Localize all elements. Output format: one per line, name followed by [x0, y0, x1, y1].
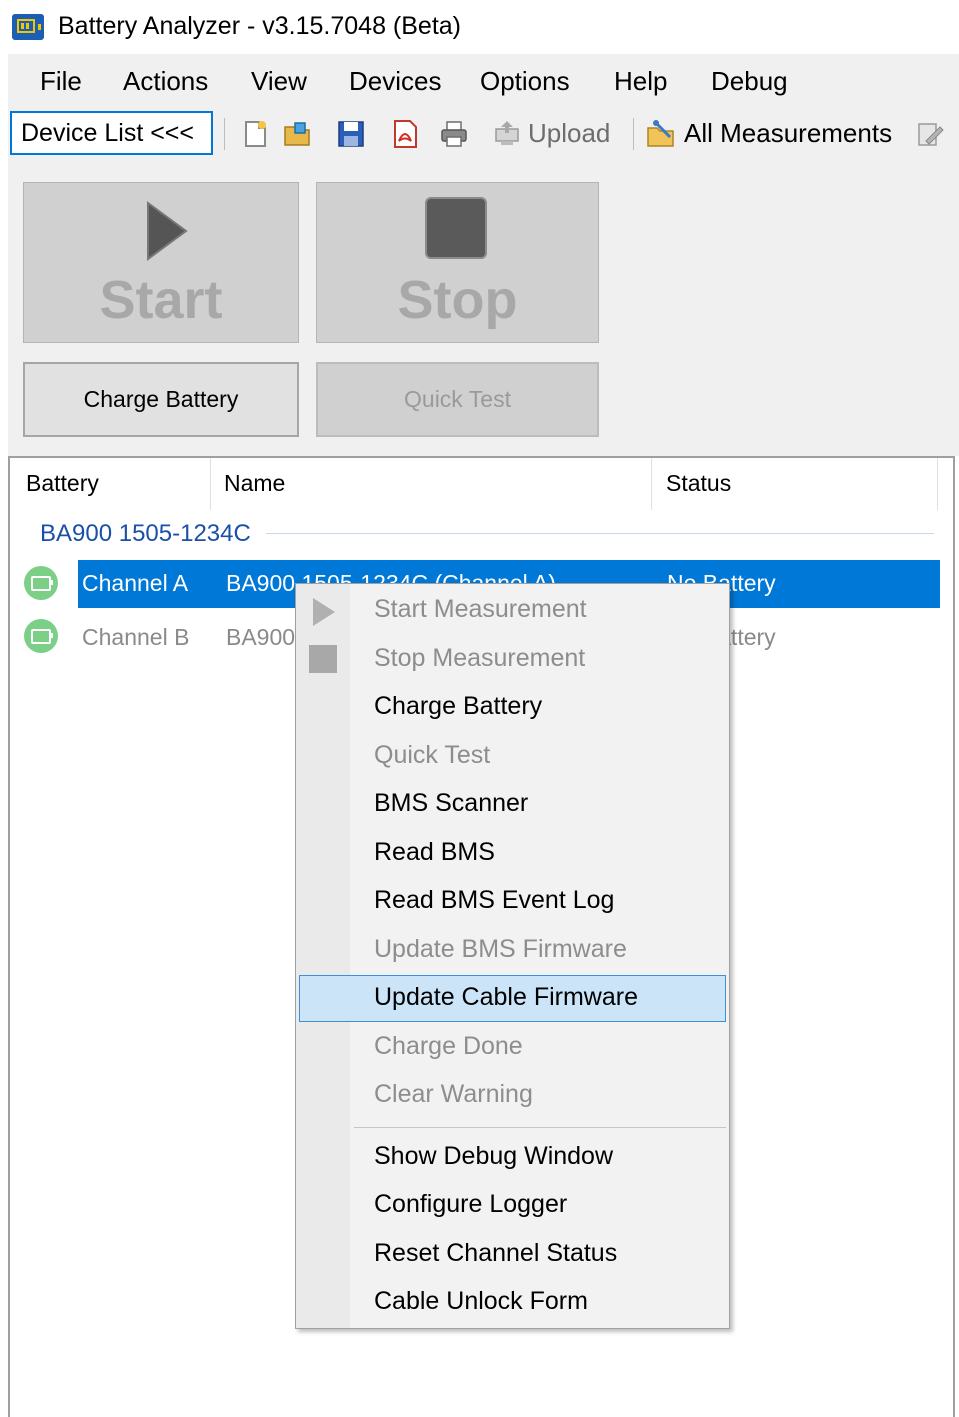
pdf-export-icon[interactable] — [390, 119, 420, 149]
menu-item-cable-unlock-form[interactable]: Cable Unlock Form — [374, 1287, 588, 1316]
context-menu: Start Measurement Stop Measurement Charg… — [295, 583, 730, 1329]
toolbar-separator — [633, 118, 634, 150]
menu-item-update-cable-firmware[interactable]: Update Cable Firmware — [374, 983, 638, 1012]
channel-battery-icon — [24, 619, 58, 653]
column-divider[interactable] — [937, 458, 938, 510]
column-header-battery[interactable]: Battery — [26, 470, 99, 497]
upload-icon[interactable] — [492, 119, 522, 149]
stop-icon — [425, 197, 487, 259]
menu-bar: File Actions View Devices Options Help D… — [8, 54, 959, 108]
new-file-icon[interactable] — [240, 119, 270, 149]
open-folder-icon[interactable] — [283, 119, 313, 149]
start-button-label: Start — [99, 270, 223, 330]
measurements-folder-icon[interactable] — [646, 119, 676, 149]
menu-item-configure-logger[interactable]: Configure Logger — [374, 1190, 567, 1219]
row-name-cell[interactable]: BA900 — [226, 624, 295, 651]
group-divider-line — [266, 533, 934, 534]
menu-item-start-measurement[interactable]: Start Measurement — [374, 595, 587, 624]
menu-item-clear-warning[interactable]: Clear Warning — [374, 1080, 533, 1109]
menu-file[interactable]: File — [40, 66, 82, 97]
all-measurements-button-label[interactable]: All Measurements — [684, 118, 892, 149]
menu-view[interactable]: View — [251, 66, 307, 97]
menu-item-show-debug-window[interactable]: Show Debug Window — [374, 1142, 613, 1171]
menu-item-reset-channel-status[interactable]: Reset Channel Status — [374, 1239, 617, 1268]
column-divider[interactable] — [210, 458, 211, 510]
stop-icon — [309, 645, 337, 673]
column-header-name[interactable]: Name — [224, 470, 285, 497]
control-panel: Start Stop Charge Battery Quick Test — [8, 160, 959, 456]
stop-button[interactable]: Stop — [316, 182, 599, 343]
menu-devices[interactable]: Devices — [349, 66, 441, 97]
print-icon[interactable] — [439, 119, 469, 149]
device-group-label[interactable]: BA900 1505-1234C — [40, 520, 251, 548]
play-icon — [147, 201, 188, 261]
column-header-status[interactable]: Status — [666, 470, 731, 497]
stop-button-label: Stop — [397, 270, 518, 330]
device-list-toggle-button[interactable]: Device List <<< — [10, 111, 213, 155]
battery-app-icon — [12, 14, 44, 40]
start-button[interactable]: Start — [23, 182, 299, 343]
menu-options[interactable]: Options — [480, 66, 570, 97]
window-title: Battery Analyzer - v3.15.7048 (Beta) — [58, 12, 461, 40]
column-divider[interactable] — [651, 458, 652, 510]
charge-battery-button[interactable]: Charge Battery — [23, 362, 299, 437]
menu-item-read-bms-event-log[interactable]: Read BMS Event Log — [374, 886, 614, 915]
play-icon — [313, 598, 335, 626]
title-bar: Battery Analyzer - v3.15.7048 (Beta) — [0, 0, 959, 54]
menu-debug[interactable]: Debug — [711, 66, 788, 97]
menu-item-update-bms-firmware[interactable]: Update BMS Firmware — [374, 935, 627, 964]
quick-test-button[interactable]: Quick Test — [316, 362, 599, 437]
upload-button-label[interactable]: Upload — [528, 118, 610, 149]
menu-actions[interactable]: Actions — [123, 66, 208, 97]
row-battery-cell[interactable]: Channel B — [82, 624, 189, 651]
menu-item-stop-measurement[interactable]: Stop Measurement — [374, 644, 585, 673]
toolbar-separator — [224, 118, 225, 150]
toolbar: Device List <<< Upload All Measurements — [8, 108, 959, 160]
menu-item-quick-test[interactable]: Quick Test — [374, 741, 490, 770]
channel-battery-icon — [24, 566, 58, 600]
context-menu-icon-gutter — [296, 584, 350, 1328]
menu-item-read-bms[interactable]: Read BMS — [374, 838, 495, 867]
context-menu-separator — [354, 1127, 726, 1128]
clipboard-edit-icon[interactable] — [914, 119, 944, 149]
menu-help[interactable]: Help — [614, 66, 667, 97]
menu-item-charge-done[interactable]: Charge Done — [374, 1032, 523, 1061]
row-battery-cell[interactable]: Channel A — [82, 570, 188, 597]
menu-item-bms-scanner[interactable]: BMS Scanner — [374, 789, 528, 818]
save-icon[interactable] — [336, 119, 366, 149]
menu-item-charge-battery[interactable]: Charge Battery — [374, 692, 542, 721]
